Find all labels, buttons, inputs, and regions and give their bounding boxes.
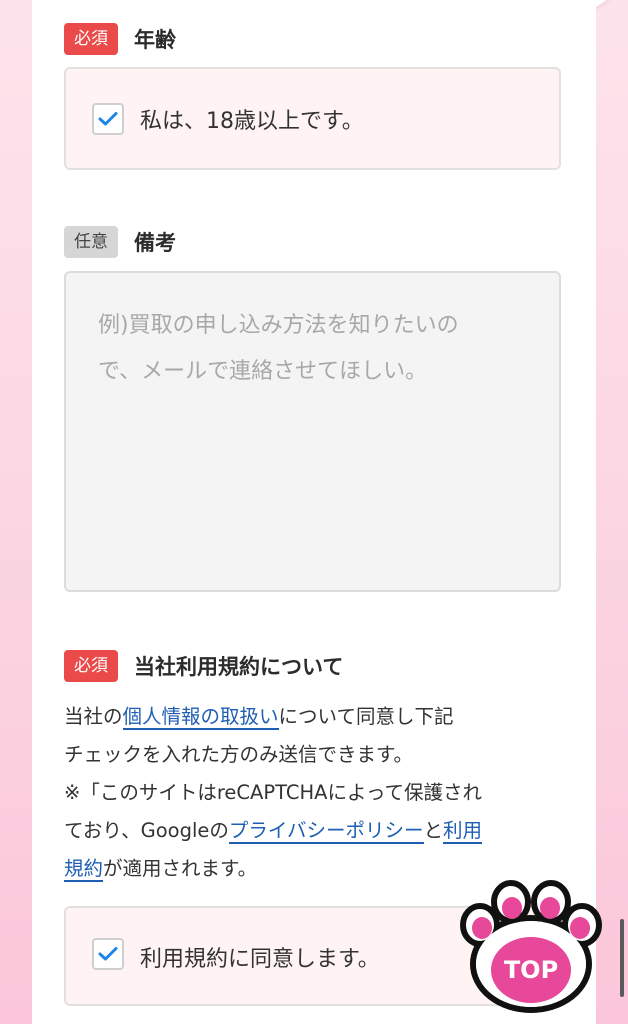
- required-badge: 必須: [64, 650, 118, 682]
- remarks-placeholder-line1: 例)買取の申し込み方法を知りたいの: [98, 313, 459, 338]
- terms-line-1: 当社の個人情報の取扱いについて同意し下記: [64, 698, 568, 736]
- terms-label-row: 必須 当社利用規約について: [64, 648, 343, 684]
- age-checkbox-container[interactable]: 私は、18歳以上です。: [64, 67, 561, 170]
- required-badge: 必須: [64, 23, 118, 55]
- checkmark-icon: [98, 947, 118, 961]
- paw-icon: TOP: [460, 880, 602, 1013]
- privacy-handling-link[interactable]: 個人情報の取扱い: [122, 705, 279, 730]
- top-label: TOP: [504, 956, 558, 984]
- scrollbar[interactable]: [620, 919, 624, 997]
- terms-line-4: ており、Googleのプライバシーポリシーと利用: [64, 812, 568, 850]
- terms-line-2: チェックを入れた方のみ送信できます。: [64, 743, 414, 766]
- remarks-textarea[interactable]: 例)買取の申し込み方法を知りたいの で、メールで連絡させてほしい。: [64, 271, 561, 592]
- terms-line-3: ※「このサイトはreCAPTCHAによって保護され: [64, 781, 482, 804]
- remarks-placeholder-line2: で、メールで連絡させてほしい。: [98, 359, 428, 384]
- terms-text-segment: 当社の: [64, 705, 123, 728]
- terms-checkbox[interactable]: [92, 938, 124, 970]
- terms-text-segment: について同意し下記: [278, 705, 454, 728]
- remarks-label: 備考: [134, 231, 176, 255]
- remarks-label-row: 任意 備考: [64, 224, 176, 260]
- age-checkbox-label[interactable]: 私は、18歳以上です。: [140, 103, 364, 135]
- terms-text-segment: と: [423, 819, 444, 842]
- age-label-row: 必須 年齢: [64, 21, 176, 57]
- optional-badge: 任意: [64, 226, 118, 258]
- google-terms-link[interactable]: 利用: [443, 819, 483, 844]
- terms-label: 当社利用規約について: [134, 655, 344, 679]
- back-to-top-button[interactable]: TOP: [458, 880, 604, 1018]
- google-privacy-policy-link[interactable]: プライバシーポリシー: [228, 819, 424, 844]
- age-checkbox[interactable]: [92, 103, 124, 135]
- age-label: 年齢: [134, 28, 176, 52]
- terms-description: 当社の個人情報の取扱いについて同意し下記 チェックを入れた方のみ送信できます。 …: [64, 698, 568, 888]
- terms-text-segment: が適用されます。: [103, 857, 258, 880]
- terms-checkbox-label[interactable]: 利用規約に同意します。: [140, 941, 380, 973]
- google-terms-link-cont[interactable]: 規約: [64, 857, 104, 882]
- terms-text-segment: ており、Googleの: [64, 819, 229, 842]
- checkmark-icon: [98, 112, 118, 126]
